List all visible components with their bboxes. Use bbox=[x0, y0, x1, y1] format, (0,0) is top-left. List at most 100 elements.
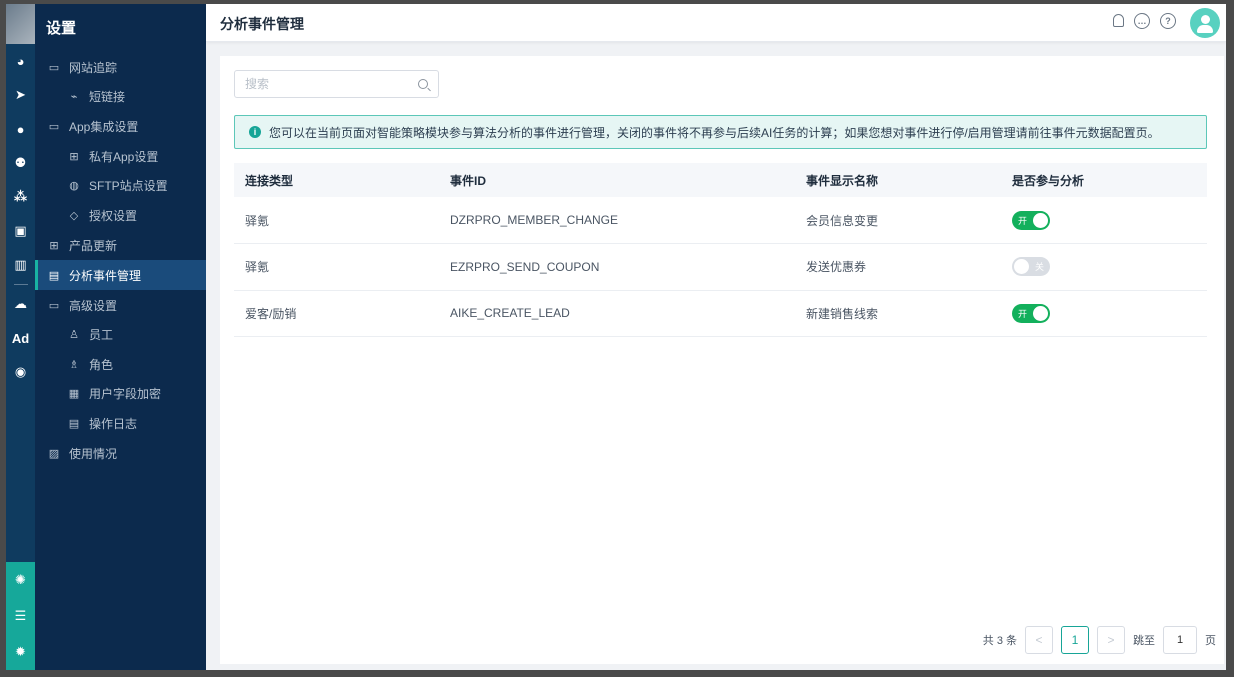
prev-page-button[interactable]: < bbox=[1025, 626, 1053, 654]
sidebar-item-label: 分析事件管理 bbox=[69, 268, 142, 283]
pagination: 共 3 条 < 1 > 跳至 页 bbox=[983, 626, 1216, 654]
page-button-current[interactable]: 1 bbox=[1061, 626, 1089, 654]
sidebar-item[interactable]: ⌁ 短链接 bbox=[35, 82, 206, 112]
usage-icon: ▨ bbox=[48, 447, 60, 460]
table-row: 驿氪 EZRPRO_SEND_COUPON 发送优惠券 关 bbox=[234, 243, 1207, 291]
analysis-toggle[interactable]: 开 bbox=[1012, 210, 1050, 230]
table-header-row: 连接类型 事件ID 事件显示名称 是否参与分析 bbox=[234, 163, 1207, 197]
sidebar-item-label: SFTP站点设置 bbox=[89, 179, 168, 194]
folder-icon: ▭ bbox=[48, 121, 60, 133]
apps-icon: ⊞ bbox=[49, 239, 59, 252]
bar-chart-icon[interactable]: ▥ bbox=[6, 248, 35, 282]
cell-event-id: EZRPRO_SEND_COUPON bbox=[439, 243, 795, 291]
segments-icon[interactable]: ⁂ bbox=[6, 180, 35, 214]
sidebar-item-label: 网站追踪 bbox=[69, 60, 118, 75]
server-icon[interactable]: ☰ bbox=[6, 598, 35, 634]
column-header-analysis: 是否参与分析 bbox=[1001, 163, 1207, 197]
column-header-type: 连接类型 bbox=[234, 163, 439, 197]
cell-type: 驿氪 bbox=[234, 243, 439, 291]
folder-icon: ▭ bbox=[48, 61, 60, 74]
notice-text: 您可以在当前页面对智能策略模块参与算法分析的事件进行管理，关闭的事件将不再参与后… bbox=[269, 125, 1160, 140]
sidebar-item-label: 员工 bbox=[89, 328, 114, 343]
avatar[interactable] bbox=[1190, 8, 1220, 38]
cell-analysis: 开 bbox=[1001, 197, 1207, 244]
ad-icon[interactable]: Ad bbox=[6, 321, 35, 355]
toggle-label: 开 bbox=[1018, 215, 1028, 226]
help-icon[interactable]: ? bbox=[1160, 13, 1176, 29]
topbar: 分析事件管理 … ? bbox=[206, 4, 1226, 42]
user-icon: ♙ bbox=[69, 329, 79, 342]
next-page-button[interactable]: > bbox=[1097, 626, 1125, 654]
cell-event-id: DZRPRO_MEMBER_CHANGE bbox=[439, 197, 795, 244]
jump-label: 跳至 bbox=[1133, 635, 1155, 647]
chat-icon[interactable]: … bbox=[1134, 13, 1150, 29]
globe-icon: ◍ bbox=[69, 180, 79, 193]
cell-name: 发送优惠券 bbox=[795, 243, 1001, 291]
sidebar-item[interactable]: ♙ 员工 bbox=[35, 320, 206, 350]
cell-type: 爱客/励销 bbox=[234, 290, 439, 337]
total-count: 共 3 条 bbox=[982, 635, 1017, 647]
sidebar-item[interactable]: ▤ 操作日志 bbox=[35, 409, 206, 439]
analysis-toggle[interactable]: 开 bbox=[1012, 303, 1050, 323]
sidebar-item-label: 产品更新 bbox=[69, 238, 118, 253]
events-table: 连接类型 事件ID 事件显示名称 是否参与分析 驿氪 DZRPRO_MEMBER_… bbox=[234, 163, 1207, 337]
log-icon: ▤ bbox=[68, 417, 80, 430]
cell-type: 驿氪 bbox=[234, 197, 439, 244]
info-icon: i bbox=[249, 126, 261, 138]
app-window: ◕ ➤ ● ⚉ ⁂ ▣ ▥ ☁ Ad ◉ ✺ ☰ ✹ 设置 ▭ 网站追踪 ⌁ 短链接 ▭… bbox=[6, 4, 1226, 670]
sidebar-item-label: 角色 bbox=[89, 357, 114, 372]
sidebar-item-label: 私有App设置 bbox=[89, 149, 159, 164]
sidebar-item[interactable]: ▤ 分析事件管理 bbox=[35, 260, 206, 290]
column-header-display-name: 事件显示名称 bbox=[795, 163, 1001, 197]
cell-analysis: 关 bbox=[1001, 243, 1207, 291]
sidebar-item-label: 操作日志 bbox=[89, 416, 138, 431]
table-row: 驿氪 DZRPRO_MEMBER_CHANGE 会员信息变更 开 bbox=[234, 197, 1207, 244]
target-icon[interactable]: ◉ bbox=[6, 355, 35, 389]
bookmark-icon[interactable]: ▣ bbox=[6, 214, 35, 248]
user-icon[interactable]: ● bbox=[6, 112, 35, 146]
sidebar-item-label: 使用情况 bbox=[69, 446, 118, 461]
topbar-icons: … ? bbox=[1113, 13, 1176, 29]
toggle-label: 开 bbox=[1018, 308, 1028, 319]
analysis-toggle[interactable]: 关 bbox=[1012, 257, 1050, 277]
sidebar-item[interactable]: ◇ 授权设置 bbox=[35, 201, 206, 231]
sidebar-item[interactable]: ▨ 使用情况 bbox=[35, 438, 206, 468]
toggle-label: 关 bbox=[1034, 262, 1044, 273]
main-panel: i 您可以在当前页面对智能策略模块参与算法分析的事件进行管理，关闭的事件将不再参… bbox=[220, 56, 1224, 664]
sidebar-item[interactable]: ▦ 用户字段加密 bbox=[35, 379, 206, 409]
info-notice: i 您可以在当前页面对智能策略模块参与算法分析的事件进行管理，关闭的事件将不再参… bbox=[234, 115, 1207, 149]
wechat-icon[interactable]: ☁ bbox=[6, 287, 35, 321]
rail-divider bbox=[13, 284, 28, 285]
page-suffix: 页 bbox=[1205, 635, 1216, 647]
sidebar-item[interactable]: ▭ App集成设置 bbox=[35, 112, 206, 142]
icon-rail: ◕ ➤ ● ⚉ ⁂ ▣ ▥ ☁ Ad ◉ ✺ ☰ ✹ bbox=[6, 4, 35, 670]
sidebar-item[interactable]: ⊞ 产品更新 bbox=[35, 230, 206, 260]
role-icon: ♗ bbox=[69, 358, 79, 371]
search-input[interactable] bbox=[245, 77, 418, 91]
dashboard-icon[interactable]: ◕ bbox=[6, 44, 35, 78]
search-icon[interactable] bbox=[418, 79, 428, 89]
users-icon[interactable]: ⚉ bbox=[6, 146, 35, 180]
sidebar-item[interactable]: ▭ 网站追踪 bbox=[35, 52, 206, 82]
send-icon[interactable]: ➤ bbox=[6, 78, 35, 112]
logo bbox=[6, 4, 35, 44]
shield-icon: ◇ bbox=[69, 209, 79, 222]
sidebar-item[interactable]: ▭ 高级设置 bbox=[35, 290, 206, 320]
sidebar-item[interactable]: ⊞ 私有App设置 bbox=[35, 142, 206, 172]
sidebar-item[interactable]: ♗ 角色 bbox=[35, 350, 206, 380]
cell-name: 新建销售线索 bbox=[795, 290, 1001, 337]
toggle-knob bbox=[1033, 305, 1048, 321]
rail-bottom-group: ✺ ☰ ✹ bbox=[6, 562, 35, 670]
gear-icon[interactable]: ✹ bbox=[6, 634, 35, 670]
toggle-knob bbox=[1014, 259, 1029, 275]
bell-icon[interactable] bbox=[1113, 14, 1124, 27]
settings-sidebar: 设置 ▭ 网站追踪 ⌁ 短链接 ▭ App集成设置 ⊞ 私有App设置 ◍ SFTP站点设置 ◇ 授权… bbox=[35, 4, 206, 670]
table-row: 爱客/励销 AIKE_CREATE_LEAD 新建销售线索 开 bbox=[234, 290, 1207, 337]
ai-icon[interactable]: ✺ bbox=[6, 562, 35, 598]
column-header-event-id: 事件ID bbox=[439, 163, 795, 197]
jump-page-input[interactable] bbox=[1163, 626, 1197, 654]
sidebar-item-label: 短链接 bbox=[89, 90, 126, 105]
sidebar-title: 设置 bbox=[46, 20, 77, 37]
sidebar-item-label: 高级设置 bbox=[69, 298, 118, 313]
sidebar-item[interactable]: ◍ SFTP站点设置 bbox=[35, 171, 206, 201]
